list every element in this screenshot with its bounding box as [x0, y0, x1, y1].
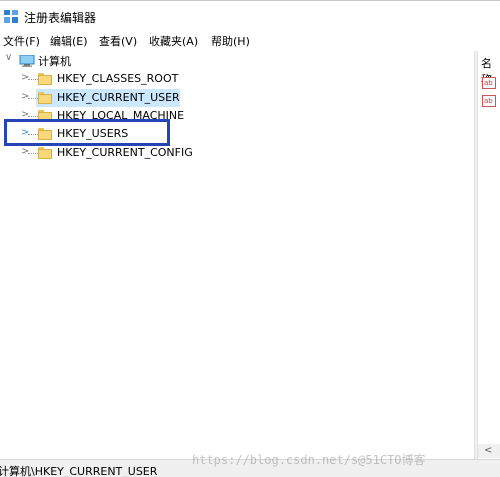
- tree-node-label: HKEY_CURRENT_USER: [57, 91, 180, 104]
- tree-connector: [28, 98, 38, 99]
- folder-icon: [38, 73, 52, 85]
- tree-node-label: HKEY_CURRENT_CONFIG: [57, 146, 193, 159]
- chevron-right-icon[interactable]: >: [21, 146, 29, 157]
- values-list[interactable]: 名称 ab ab: [478, 51, 500, 459]
- computer-icon: [19, 55, 35, 67]
- scroll-left-icon[interactable]: <: [484, 445, 492, 456]
- title-bar: 注册表编辑器: [0, 0, 500, 30]
- menu-file[interactable]: 文件(F): [3, 33, 40, 49]
- tree-node[interactable]: > HKEY_CURRENT_CONFIG: [0, 144, 220, 162]
- registry-string-icon[interactable]: ab: [482, 95, 496, 107]
- registry-string-icon[interactable]: ab: [482, 77, 496, 89]
- registry-tree[interactable]: ∨ 计算机 > HKEY_CLASSES_ROOT > HKEY_CURRENT…: [0, 51, 474, 459]
- tree-connector: [28, 79, 38, 80]
- annotation-highlight-box: [4, 119, 170, 146]
- chevron-right-icon[interactable]: >: [21, 72, 29, 83]
- tree-root-label: 计算机: [38, 55, 71, 68]
- status-path: 计算机\HKEY_CURRENT_USER: [0, 465, 158, 477]
- tree-connector: [28, 153, 38, 154]
- chevron-down-icon[interactable]: ∨: [5, 52, 12, 63]
- menu-help[interactable]: 帮助(H): [211, 33, 250, 49]
- menu-favorites[interactable]: 收藏夹(A): [149, 33, 198, 49]
- tree-node[interactable]: > HKEY_CLASSES_ROOT: [0, 70, 200, 88]
- menu-bar: 文件(F) 编辑(E) 查看(V) 收藏夹(A) 帮助(H): [0, 31, 500, 51]
- folder-icon: [38, 147, 52, 159]
- horizontal-scrollbar[interactable]: <: [478, 444, 500, 458]
- regedit-icon: [4, 10, 18, 23]
- chevron-right-icon[interactable]: >: [21, 91, 29, 102]
- watermark: https://blog.csdn.net/s@51CTO博客: [192, 453, 426, 467]
- tree-node-label: HKEY_CLASSES_ROOT: [57, 72, 179, 85]
- window-title: 注册表编辑器: [24, 11, 97, 25]
- menu-edit[interactable]: 编辑(E): [50, 33, 88, 49]
- menu-view[interactable]: 查看(V): [99, 33, 137, 49]
- tree-root-computer[interactable]: ∨ 计算机: [0, 51, 200, 69]
- tree-connector: [28, 116, 38, 117]
- folder-icon: [38, 92, 52, 104]
- tree-node-selected[interactable]: > HKEY_CURRENT_USER: [0, 89, 200, 107]
